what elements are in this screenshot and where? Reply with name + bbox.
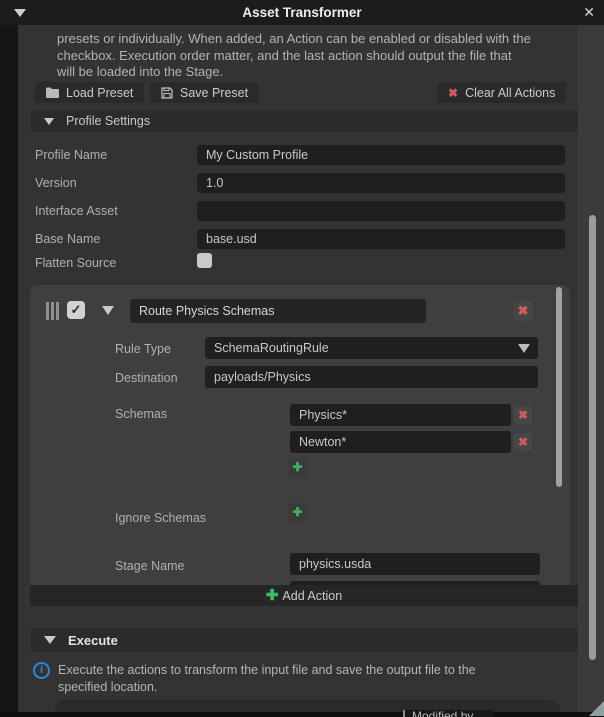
save-icon [161,87,173,99]
window-title: Asset Transformer [0,0,604,25]
delete-action-button[interactable]: ✖ [513,301,533,321]
stage-name-label: Stage Name [115,559,184,573]
execute-header[interactable]: Execute [30,628,578,652]
interface-asset-label: Interface Asset [35,204,118,218]
window-left-margin [0,25,18,717]
profile-name-label: Profile Name [35,148,107,162]
profile-settings-header[interactable]: Profile Settings [30,110,578,132]
intro-line: will be loaded into the Stage. [57,64,557,81]
action-scrollbar-thumb[interactable] [556,287,562,487]
drag-handle-icon[interactable] [46,302,59,320]
execute-info-text: Execute the actions to transform the inp… [58,662,548,695]
intro-line: presets or individually. When added, an … [57,31,557,48]
destination-input[interactable]: payloads/Physics [205,366,538,388]
add-ignore-schema-button[interactable]: ✚ [288,503,307,522]
load-preset-button[interactable]: Load Preset [35,82,144,103]
rule-type-label: Rule Type [115,342,171,356]
save-preset-button[interactable]: Save Preset [150,82,259,103]
flatten-source-label: Flatten Source [35,256,116,270]
load-preset-label: Load Preset [66,86,133,100]
add-schema-button[interactable]: ✚ [288,458,307,477]
info-line: specified location. [58,679,548,696]
ignore-schemas-label: Ignore Schemas [115,511,206,525]
action-enabled-checkbox[interactable]: ✓ [67,301,85,319]
window-scrollbar-thumb[interactable] [589,215,596,660]
schema-input[interactable]: Physics* [290,404,511,426]
info-line: Execute the actions to transform the inp… [58,662,548,679]
add-action-label: Add Action [282,589,342,603]
clear-all-actions-label: Clear All Actions [465,86,555,100]
profile-settings-title: Profile Settings [66,114,150,128]
version-input[interactable]: 1.0 [197,173,565,193]
remove-schema-button[interactable]: ✖ [514,406,532,424]
modified-by-label: Modified by [412,710,473,717]
version-label: Version [35,176,77,190]
collapse-arrow-icon [44,118,54,125]
plus-icon: ✚ [266,588,279,603]
close-icon[interactable]: ✕ [583,0,595,25]
background-window-fragment: Modified by [403,710,493,717]
action-name-input[interactable]: Route Physics Schemas [130,299,426,323]
execute-title: Execute [68,633,118,648]
intro-paragraph: presets or individually. When added, an … [57,31,557,81]
info-icon: i [33,662,50,679]
clear-x-icon: ✖ [448,87,458,99]
interface-asset-input[interactable] [197,201,565,221]
resize-grip[interactable] [589,701,604,716]
dropdown-arrow-icon [518,344,530,353]
asset-transformer-window: Asset Transformer ✕ presets or individua… [0,0,604,717]
clear-all-actions-button[interactable]: ✖ Clear All Actions [437,82,566,103]
folder-icon [46,87,59,98]
titlebar: Asset Transformer ✕ [0,0,604,25]
rule-type-dropdown[interactable]: SchemaRoutingRule [205,337,538,359]
profile-name-input[interactable]: My Custom Profile [197,145,565,165]
base-name-input[interactable]: base.usd [197,229,565,249]
intro-line: checkbox. Execution order matter, and th… [57,48,557,65]
stage-name-input[interactable]: physics.usda [290,553,540,575]
flatten-source-checkbox[interactable] [197,253,212,268]
window-bottom-edge [0,712,604,717]
remove-schema-button[interactable]: ✖ [514,433,532,451]
collapse-arrow-icon [44,636,56,644]
save-preset-label: Save Preset [180,86,248,100]
schema-input[interactable]: Newton* [290,431,511,453]
rule-type-value: SchemaRoutingRule [214,341,329,355]
base-name-label: Base Name [35,232,100,246]
schemas-label: Schemas [115,407,167,421]
destination-label: Destination [115,371,178,385]
action-collapse-arrow-icon[interactable] [102,306,114,315]
add-action-button[interactable]: ✚ Add Action [30,585,578,606]
